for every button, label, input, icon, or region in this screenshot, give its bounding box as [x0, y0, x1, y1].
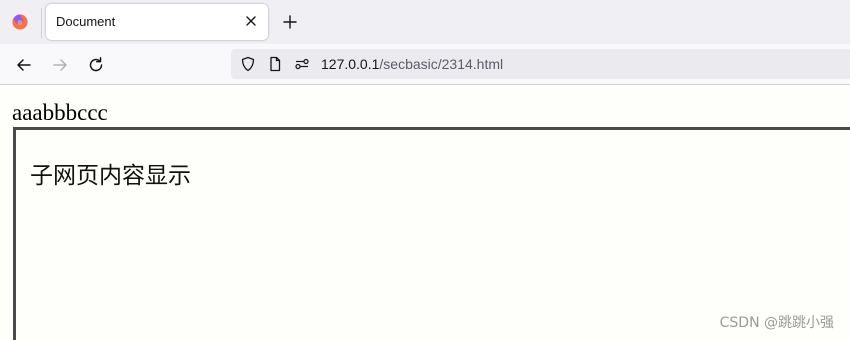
page-icon[interactable]: [267, 56, 283, 72]
reload-icon[interactable]: [87, 56, 105, 74]
connection-settings-icon[interactable]: [294, 56, 310, 72]
watermark: CSDN @跳跳小强: [719, 315, 834, 331]
arrow-right-icon[interactable]: [51, 56, 69, 74]
iframe-content-text: 子网页内容显示: [30, 163, 191, 189]
navigation-toolbar: 127.0.0.1/secbasic/2314.html: [0, 44, 850, 85]
shield-icon[interactable]: [240, 56, 256, 72]
page-text: aaabbbccc: [12, 100, 108, 125]
arrow-left-icon[interactable]: [15, 56, 33, 74]
firefox-icon[interactable]: [12, 14, 28, 30]
tab-strip: Document: [0, 0, 850, 44]
tab-separator: [41, 8, 42, 38]
tab-title: Document: [56, 14, 116, 29]
close-icon[interactable]: [244, 14, 258, 28]
url-bar[interactable]: 127.0.0.1/secbasic/2314.html: [231, 49, 850, 79]
url-path: /secbasic/2314.html: [379, 56, 504, 72]
plus-icon[interactable]: [282, 14, 298, 30]
iframe-frame[interactable]: 子网页内容显示: [13, 127, 850, 340]
url-host: 127.0.0.1: [321, 56, 380, 72]
browser-window: Document 127.0.0.1/secbasic/2314.html aa…: [0, 0, 850, 340]
tab-document[interactable]: Document: [46, 4, 268, 40]
page-content: aaabbbccc 子网页内容显示 CSDN @跳跳小强: [0, 85, 850, 340]
url-text[interactable]: 127.0.0.1/secbasic/2314.html: [321, 56, 503, 72]
